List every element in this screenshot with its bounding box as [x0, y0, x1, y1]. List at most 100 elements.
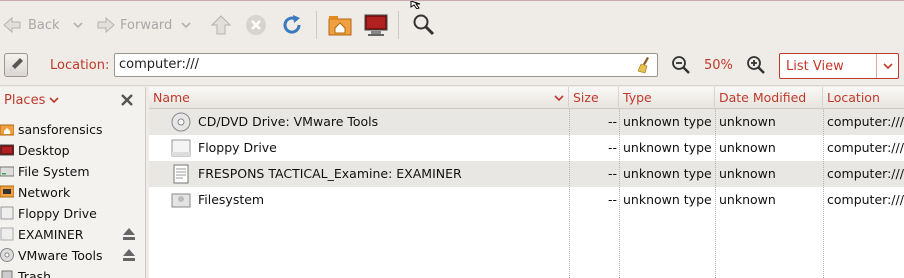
toggle-location-edit-button[interactable]	[4, 53, 28, 77]
search-icon	[413, 14, 435, 36]
row-name: Filesystem	[198, 192, 265, 207]
column-header-label: Date Modified	[719, 90, 807, 105]
zoom-out-icon	[672, 56, 690, 74]
location-bar: Location: computer:/// 50% List View	[0, 48, 904, 86]
desktop-icon	[0, 144, 14, 156]
sidebar-item-label: Network	[18, 184, 71, 200]
view-mode-dropdown-button[interactable]	[876, 54, 898, 78]
location-input[interactable]: computer:///	[114, 53, 658, 77]
table-row[interactable]: CD/DVD Drive: VMware Tools -- unknown ty…	[149, 109, 904, 135]
location-value: computer:///	[119, 57, 199, 72]
back-button[interactable]: Back	[2, 11, 60, 39]
sidebar: Places sansforensics Desktop File System…	[0, 87, 146, 278]
table-row[interactable]: Filesystem -- unknown type unknown compu…	[149, 187, 904, 213]
network-icon	[0, 185, 14, 198]
column-header-size[interactable]: Size	[569, 87, 619, 109]
harddisk-icon	[0, 166, 14, 177]
home-folder-icon	[0, 124, 14, 136]
sidebar-item-label: Desktop	[18, 142, 70, 158]
row-date: unknown	[719, 140, 776, 155]
row-location: computer:///	[827, 114, 904, 129]
row-date: unknown	[719, 192, 776, 207]
row-location: computer:///	[827, 192, 904, 207]
row-location: computer:///	[827, 140, 904, 155]
zoom-in-icon	[747, 56, 765, 74]
chevron-down-icon	[883, 63, 893, 70]
reload-icon	[283, 15, 301, 34]
row-name: Floppy Drive	[198, 140, 277, 155]
cdrom-icon	[0, 248, 14, 262]
forward-history-dropdown[interactable]	[180, 11, 192, 39]
zoom-out-button[interactable]	[670, 54, 692, 76]
zoom-in-button[interactable]	[745, 54, 767, 76]
column-divider	[823, 109, 824, 278]
eject-icon[interactable]	[122, 227, 136, 241]
stop-button[interactable]	[245, 11, 267, 39]
trash-icon	[1, 270, 13, 278]
cdrom-icon	[171, 112, 191, 132]
sidebar-item-desktop[interactable]: Desktop	[0, 140, 146, 160]
toolbar: Back Forward	[0, 0, 904, 48]
row-size: --	[607, 192, 617, 207]
forward-button[interactable]: Forward	[96, 11, 172, 39]
sidebar-item-trash[interactable]: Trash	[0, 266, 146, 278]
view-mode-value: List View	[786, 59, 844, 74]
places-header-label: Places	[4, 93, 46, 108]
column-header-label: Name	[153, 90, 190, 105]
sidebar-item-network[interactable]: Network	[0, 182, 146, 202]
toolbar-separator	[398, 11, 399, 39]
chevron-down-icon	[73, 22, 83, 29]
column-header-label: Location	[827, 90, 880, 105]
row-location: computer:///	[827, 166, 904, 181]
sidebar-item-label: EXAMINER	[18, 226, 84, 242]
close-sidebar-icon[interactable]	[120, 93, 134, 107]
up-arrow-icon	[210, 15, 232, 35]
back-history-dropdown[interactable]	[72, 11, 84, 39]
places-header[interactable]: Places	[4, 93, 60, 108]
row-date: unknown	[719, 114, 776, 129]
up-button[interactable]	[210, 11, 232, 39]
sidebar-item-vmware-tools[interactable]: VMware Tools	[0, 245, 146, 265]
stop-icon	[246, 15, 266, 35]
column-divider	[715, 109, 716, 278]
sidebar-item-label: Trash	[18, 268, 52, 278]
column-header-name[interactable]: Name	[149, 87, 569, 109]
reload-button[interactable]	[281, 11, 303, 39]
drive-icon	[0, 227, 14, 241]
document-icon	[173, 164, 189, 184]
row-size: --	[607, 166, 617, 181]
row-size: --	[607, 140, 617, 155]
column-divider	[569, 109, 570, 278]
row-type: unknown type	[623, 192, 712, 207]
column-header-type[interactable]: Type	[619, 87, 715, 109]
column-header-location[interactable]: Location	[823, 87, 904, 109]
search-button[interactable]	[412, 11, 436, 39]
sidebar-item-examiner[interactable]: EXAMINER	[0, 224, 146, 244]
sidebar-item-label: VMware Tools	[18, 247, 103, 263]
row-type: unknown type	[623, 166, 712, 181]
sidebar-item-sansforensics[interactable]: sansforensics	[0, 119, 146, 139]
computer-icon	[364, 14, 388, 36]
home-folder-icon	[328, 16, 352, 36]
eject-icon[interactable]	[122, 248, 136, 262]
computer-button[interactable]	[363, 11, 389, 39]
location-label: Location:	[50, 58, 110, 73]
column-header-date-modified[interactable]: Date Modified	[715, 87, 823, 109]
floppy-icon	[0, 206, 14, 220]
clear-broom-icon[interactable]	[637, 56, 653, 74]
view-mode-select[interactable]: List View	[779, 53, 899, 79]
row-type: unknown type	[623, 114, 712, 129]
home-button[interactable]	[328, 11, 352, 39]
sidebar-item-label: Floppy Drive	[18, 205, 97, 221]
zoom-level[interactable]: 50%	[704, 58, 733, 73]
column-header-label: Type	[623, 90, 652, 105]
row-date: unknown	[719, 166, 776, 181]
sort-descending-icon	[554, 95, 564, 102]
sidebar-item-floppy-drive[interactable]: Floppy Drive	[0, 203, 146, 223]
table-row[interactable]: FRESPONS TACTICAL_Examine: EXAMINER -- u…	[149, 161, 904, 187]
table-row[interactable]: Floppy Drive -- unknown type unknown com…	[149, 135, 904, 161]
sidebar-item-file-system[interactable]: File System	[0, 161, 146, 181]
column-header-label: Size	[573, 90, 599, 105]
mouse-cursor-icon	[410, 1, 421, 9]
forward-arrow-icon	[97, 16, 115, 34]
